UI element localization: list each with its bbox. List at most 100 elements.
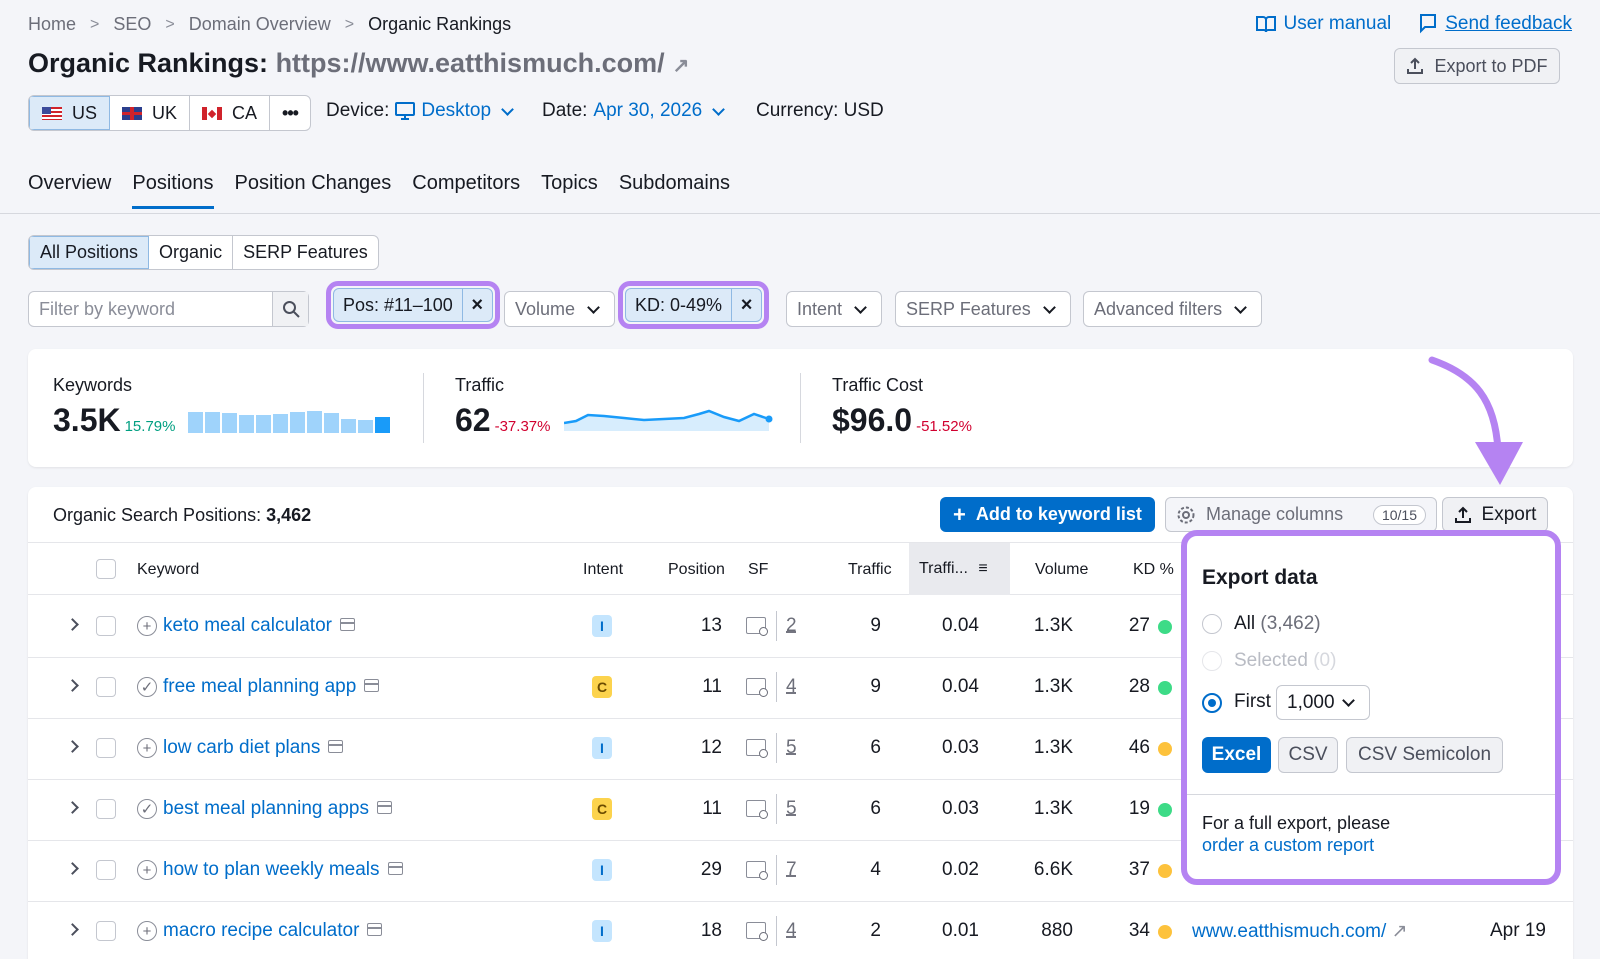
breadcrumb-domain-overview[interactable]: Domain Overview xyxy=(189,14,331,35)
send-feedback-link[interactable]: Send feedback xyxy=(1419,13,1572,35)
intent-filter[interactable]: Intent xyxy=(786,291,883,327)
manage-columns-button[interactable]: Manage columns 10/15 xyxy=(1165,497,1437,532)
pos-filter-chip[interactable]: Pos: #11–100 × xyxy=(333,288,493,322)
export-all-option[interactable]: All (3,462) xyxy=(1234,613,1321,635)
keyword-cell[interactable]: low carb diet plans xyxy=(163,737,344,759)
export-all-radio[interactable] xyxy=(1202,614,1222,634)
serp-features-icon[interactable] xyxy=(746,617,768,636)
row-checkbox[interactable] xyxy=(96,799,116,819)
column-kd[interactable]: KD % xyxy=(1133,561,1174,579)
search-button[interactable] xyxy=(272,292,308,326)
serp-features-filter[interactable]: SERP Features xyxy=(895,291,1071,327)
tab-overview[interactable]: Overview xyxy=(28,172,111,207)
chevron-right-icon[interactable] xyxy=(66,801,79,814)
plus-circle-icon[interactable]: + xyxy=(137,616,157,636)
kd-filter-chip[interactable]: KD: 0-49% × xyxy=(625,288,763,322)
keyword-cell[interactable]: macro recipe calculator xyxy=(163,920,383,942)
keyword-cell[interactable]: free meal planning app xyxy=(163,676,380,698)
column-volume[interactable]: Volume xyxy=(1035,561,1088,579)
plus-circle-icon[interactable]: + xyxy=(137,738,157,758)
date-selector[interactable]: Date: Apr 30, 2026 xyxy=(542,100,729,122)
row-checkbox[interactable] xyxy=(96,860,116,880)
serp-snapshot-icon[interactable] xyxy=(364,679,380,692)
row-checkbox[interactable] xyxy=(96,677,116,697)
chevron-right-icon[interactable] xyxy=(66,618,79,631)
export-pdf-button[interactable]: Export to PDF xyxy=(1394,48,1560,84)
export-button[interactable]: Export xyxy=(1442,497,1548,532)
add-to-keyword-list-button[interactable]: + Add to keyword list xyxy=(940,497,1155,532)
subtab-all-positions[interactable]: All Positions xyxy=(29,236,150,269)
row-checkbox[interactable] xyxy=(96,738,116,758)
sf-count[interactable]: 4 xyxy=(786,676,797,698)
domain-link[interactable]: https://www.eatthismuch.com/ xyxy=(276,48,665,78)
more-databases-button[interactable]: ••• xyxy=(270,96,310,130)
serp-features-icon[interactable] xyxy=(746,922,768,941)
keyword-link[interactable]: best meal planning apps xyxy=(163,798,369,819)
keyword-cell[interactable]: best meal planning apps xyxy=(163,798,392,820)
keyword-cell[interactable]: how to plan weekly meals xyxy=(163,859,403,881)
serp-features-icon[interactable] xyxy=(746,739,768,758)
sf-count[interactable]: 7 xyxy=(786,859,797,881)
serp-features-icon[interactable] xyxy=(746,678,768,697)
user-manual-link[interactable]: User manual xyxy=(1255,13,1391,35)
url-cell[interactable]: www.eatthismuch.com/ ↗ xyxy=(1192,920,1408,943)
device-selector[interactable]: Device: Desktop xyxy=(326,100,518,122)
keyword-cell[interactable]: keto meal calculator xyxy=(163,615,355,637)
close-icon[interactable]: × xyxy=(731,289,761,321)
breadcrumb-seo[interactable]: SEO xyxy=(113,14,151,35)
close-icon[interactable]: × xyxy=(461,289,492,321)
keyword-link[interactable]: free meal planning app xyxy=(163,676,356,697)
subtab-serp-features[interactable]: SERP Features xyxy=(233,236,378,269)
chevron-right-icon[interactable] xyxy=(66,923,79,936)
chevron-right-icon[interactable] xyxy=(66,862,79,875)
chevron-right-icon[interactable] xyxy=(66,679,79,692)
serp-snapshot-icon[interactable] xyxy=(339,618,355,631)
row-checkbox[interactable] xyxy=(96,921,116,941)
column-sf[interactable]: SF xyxy=(748,561,768,579)
keyword-link[interactable]: keto meal calculator xyxy=(163,615,332,636)
chevron-right-icon[interactable] xyxy=(66,740,79,753)
subtab-organic[interactable]: Organic xyxy=(149,236,234,269)
select-all-checkbox[interactable] xyxy=(96,559,116,579)
sf-count[interactable]: 5 xyxy=(786,737,797,759)
excel-format-button[interactable]: Excel xyxy=(1202,737,1271,773)
url-link[interactable]: www.eatthismuch.com/ xyxy=(1192,921,1386,942)
plus-circle-icon[interactable]: + xyxy=(137,921,157,941)
sf-count[interactable]: 5 xyxy=(786,798,797,820)
column-keyword[interactable]: Keyword xyxy=(137,561,199,579)
tab-position-changes[interactable]: Position Changes xyxy=(235,172,392,207)
keyword-filter-input[interactable]: Filter by keyword xyxy=(29,292,272,326)
db-ca[interactable]: CA xyxy=(190,96,271,130)
external-link-icon[interactable]: ↗ xyxy=(673,55,690,77)
breadcrumb-home[interactable]: Home xyxy=(28,14,76,35)
db-uk[interactable]: UK xyxy=(110,96,191,130)
db-us[interactable]: US xyxy=(29,96,111,130)
volume-filter[interactable]: Volume xyxy=(504,291,616,327)
serp-features-icon[interactable] xyxy=(746,861,768,880)
tab-topics[interactable]: Topics xyxy=(541,172,598,207)
advanced-filters[interactable]: Advanced filters xyxy=(1083,291,1263,327)
csv-semicolon-format-button[interactable]: CSV Semicolon xyxy=(1346,737,1503,773)
tab-subdomains[interactable]: Subdomains xyxy=(619,172,730,207)
row-checkbox[interactable] xyxy=(96,616,116,636)
tab-competitors[interactable]: Competitors xyxy=(412,172,520,207)
external-link-icon[interactable]: ↗ xyxy=(1392,921,1408,942)
custom-report-link[interactable]: order a custom report xyxy=(1202,834,1390,856)
sf-count[interactable]: 2 xyxy=(786,615,797,637)
keyword-link[interactable]: macro recipe calculator xyxy=(163,920,359,941)
check-circle-icon[interactable]: ✓ xyxy=(137,799,157,819)
plus-circle-icon[interactable]: + xyxy=(137,860,157,880)
column-traffic-percent[interactable]: Traffi... ≡ xyxy=(909,543,1010,595)
column-position[interactable]: Position xyxy=(668,561,725,579)
serp-snapshot-icon[interactable] xyxy=(328,740,344,753)
column-traffic[interactable]: Traffic xyxy=(848,561,892,579)
keyword-link[interactable]: how to plan weekly meals xyxy=(163,859,380,880)
csv-format-button[interactable]: CSV xyxy=(1278,737,1338,773)
export-first-select[interactable]: 1,000 xyxy=(1276,685,1370,720)
check-circle-icon[interactable]: ✓ xyxy=(137,677,157,697)
serp-snapshot-icon[interactable] xyxy=(387,862,403,875)
column-intent[interactable]: Intent xyxy=(583,561,623,579)
serp-features-icon[interactable] xyxy=(746,800,768,819)
export-first-radio[interactable] xyxy=(1202,693,1222,713)
keyword-link[interactable]: low carb diet plans xyxy=(163,737,320,758)
